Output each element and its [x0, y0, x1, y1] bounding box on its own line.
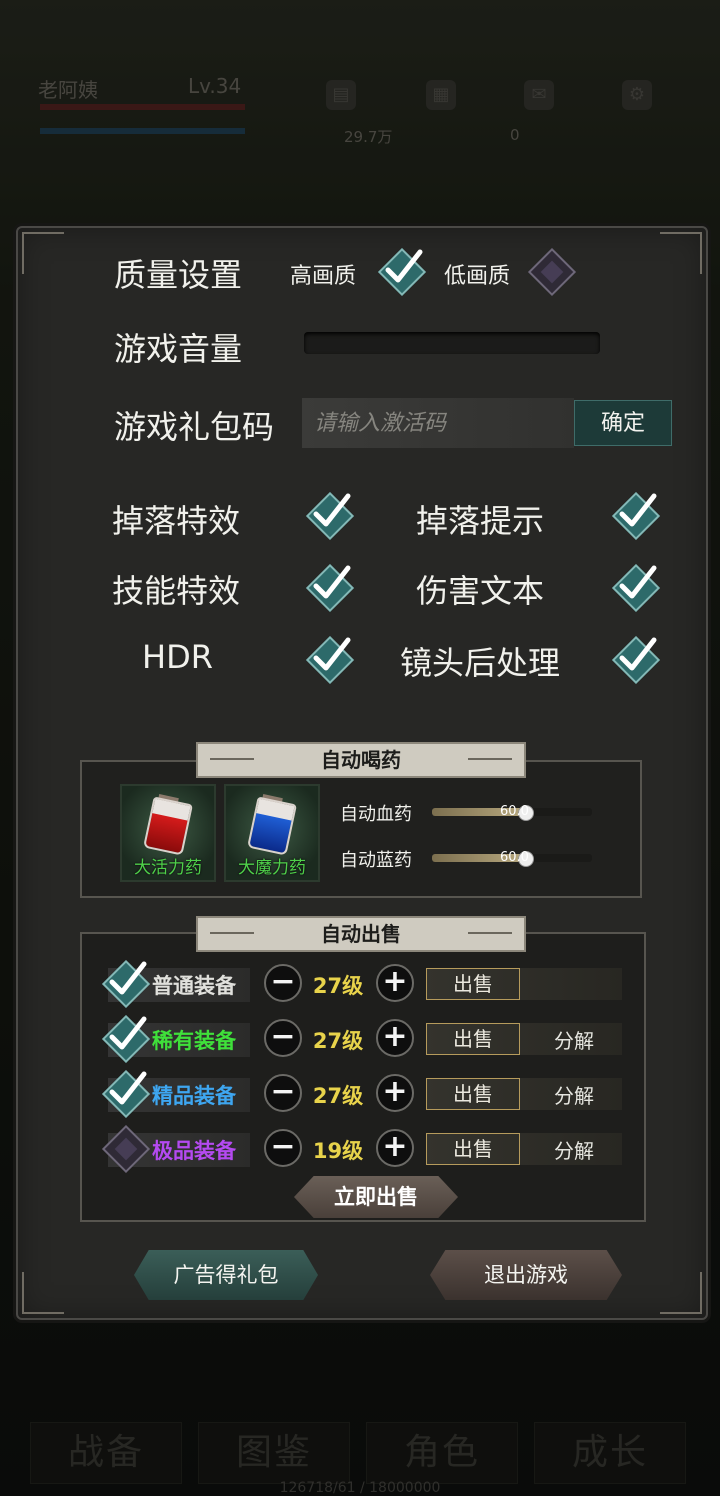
decompose-toggle[interactable]: 分解 — [542, 1135, 606, 1164]
equip-grade-checkbox[interactable] — [100, 1013, 152, 1065]
banner-ornament — [468, 758, 512, 760]
decompose-toggle[interactable]: 分解 — [542, 1080, 606, 1109]
equip-grade-name: 极品装备 — [152, 1139, 236, 1163]
sell-toggle-button[interactable]: 出售 — [426, 1133, 520, 1165]
exit-game-button[interactable]: 退出游戏 — [430, 1250, 622, 1300]
post-process-checkbox[interactable] — [610, 634, 662, 686]
hp-slider-label: 自动血药 — [340, 804, 412, 825]
banner-ornament — [210, 758, 254, 760]
auto-potion-title: 自动喝药 — [321, 748, 401, 772]
volume-label: 游戏音量 — [114, 330, 243, 368]
post-process-label: 镜头后处理 — [400, 644, 561, 682]
auto-potion-header: 自动喝药 — [196, 742, 526, 778]
drop-hint-label: 掉落提示 — [416, 502, 545, 540]
sell-toggle-button[interactable]: 出售 — [426, 1078, 520, 1110]
damage-text-checkbox[interactable] — [610, 562, 662, 614]
panel-corner — [22, 1272, 64, 1314]
skill-effect-label: 技能特效 — [112, 572, 241, 610]
hdr-checkbox[interactable] — [304, 634, 356, 686]
check-icon — [109, 961, 147, 995]
blue-potion-icon — [247, 796, 297, 856]
ad-gift-button[interactable]: 广告得礼包 — [134, 1250, 318, 1300]
level-increase-button[interactable]: + — [376, 1129, 414, 1167]
level-value: 27级 — [312, 974, 364, 998]
auto-sell-row: 稀有装备 −27级 + 出售 分解 — [101, 1014, 622, 1064]
level-decrease-button[interactable]: − — [264, 1129, 302, 1167]
level-increase-button[interactable]: + — [376, 1019, 414, 1057]
check-icon — [385, 249, 423, 283]
drop-effect-label: 掉落特效 — [112, 502, 241, 540]
level-increase-button[interactable]: + — [376, 1074, 414, 1112]
auto-sell-row: 极品装备 −19级 + 出售 分解 — [101, 1124, 622, 1174]
level-increase-button[interactable]: + — [376, 964, 414, 1002]
auto-sell-row: 精品装备 −27级 + 出售 分解 — [101, 1069, 622, 1119]
mp-potion-slot[interactable]: 大魔力药 — [224, 784, 320, 882]
gift-code-label: 游戏礼包码 — [114, 408, 275, 446]
sell-toggle-button[interactable]: 出售 — [426, 1023, 520, 1055]
hp-potion-name: 大活力药 — [134, 858, 202, 878]
panel-corner — [22, 232, 64, 274]
damage-text-label: 伤害文本 — [416, 572, 545, 610]
check-icon — [313, 493, 351, 527]
quality-low-label: 低画质 — [444, 264, 511, 289]
quality-high-checkbox[interactable] — [376, 246, 428, 298]
check-icon — [313, 637, 351, 671]
check-icon — [619, 493, 657, 527]
panel-corner — [660, 232, 702, 274]
level-decrease-button[interactable]: − — [264, 1019, 302, 1057]
equip-grade-checkbox[interactable] — [100, 1123, 152, 1175]
quality-high-label: 高画质 — [290, 264, 357, 289]
check-icon — [619, 637, 657, 671]
banner-ornament — [468, 932, 512, 934]
level-value: 27级 — [312, 1084, 364, 1108]
sell-toggle-button[interactable]: 出售 — [426, 968, 520, 1000]
check-icon — [619, 565, 657, 599]
hp-potion-slot[interactable]: 大活力药 — [120, 784, 216, 882]
check-icon — [109, 1071, 147, 1105]
quality-low-checkbox[interactable] — [526, 246, 578, 298]
drop-effect-checkbox[interactable] — [304, 490, 356, 542]
level-value: 27级 — [312, 1029, 364, 1053]
gift-code-input[interactable] — [302, 398, 574, 448]
level-decrease-button[interactable]: − — [264, 1074, 302, 1112]
check-icon — [313, 565, 351, 599]
hdr-label: HDR — [142, 638, 213, 676]
quality-label: 质量设置 — [114, 256, 243, 294]
hp-slider-value: 60.0 — [500, 804, 529, 819]
banner-ornament — [210, 932, 254, 934]
drop-hint-checkbox[interactable] — [610, 490, 662, 542]
equip-grade-checkbox[interactable] — [100, 1068, 152, 1120]
auto-sell-header: 自动出售 — [196, 916, 526, 952]
mp-potion-name: 大魔力药 — [238, 858, 306, 878]
equip-grade-name: 精品装备 — [152, 1084, 236, 1108]
auto-sell-row: 普通装备 −27级 + 出售 — [101, 959, 622, 1009]
skill-effect-checkbox[interactable] — [304, 562, 356, 614]
check-icon — [109, 1016, 147, 1050]
auto-sell-title: 自动出售 — [321, 922, 401, 946]
decompose-toggle[interactable]: 分解 — [542, 1025, 606, 1054]
volume-slider[interactable] — [304, 332, 600, 354]
settings-panel: 质量设置 高画质 低画质 游戏音量 游戏礼包码 确定 掉落特效 掉落提示 技能特… — [16, 226, 708, 1320]
equip-grade-name: 稀有装备 — [152, 1029, 236, 1053]
red-potion-icon — [143, 796, 193, 856]
confirm-button[interactable]: 确定 — [574, 400, 672, 446]
equip-grade-name: 普通装备 — [152, 974, 236, 998]
panel-corner — [660, 1272, 702, 1314]
mp-slider-value: 60.0 — [500, 850, 529, 865]
equip-grade-checkbox[interactable] — [100, 958, 152, 1010]
sell-now-button[interactable]: 立即出售 — [294, 1176, 458, 1218]
level-value: 19级 — [312, 1139, 364, 1163]
level-decrease-button[interactable]: − — [264, 964, 302, 1002]
mp-slider-label: 自动蓝药 — [340, 850, 412, 871]
